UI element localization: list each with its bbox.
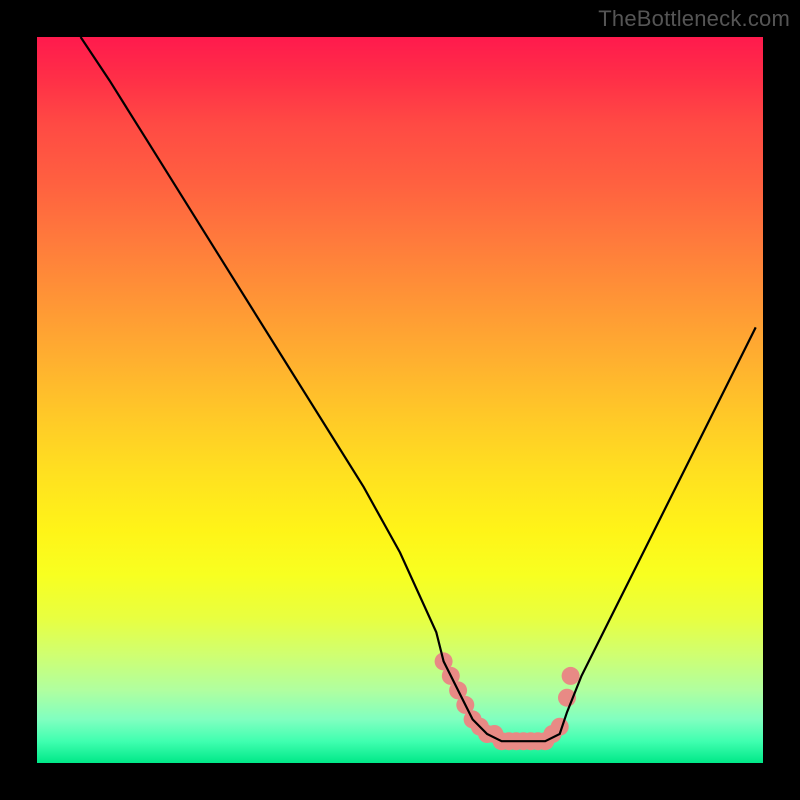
marker-dot xyxy=(562,667,580,685)
watermark-text: TheBottleneck.com xyxy=(598,6,790,32)
chart-curve xyxy=(81,37,756,741)
chart-area xyxy=(37,37,763,763)
chart-svg xyxy=(37,37,763,763)
